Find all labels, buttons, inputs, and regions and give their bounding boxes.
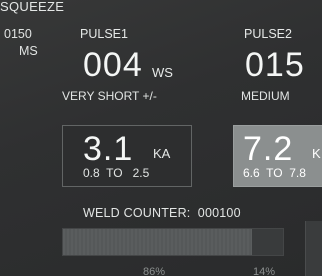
current2-unit: K xyxy=(312,146,321,161)
current2-box-selected[interactable]: 7.2 K 6.6 TO 7.8 xyxy=(233,125,322,187)
pulse-split-bar-fill xyxy=(63,229,253,255)
current1-unit: KA xyxy=(153,146,171,161)
side-panel-edge xyxy=(305,221,322,276)
pulse-split-bar xyxy=(62,228,284,256)
pulse2-description: MEDIUM xyxy=(241,89,290,103)
current1-value: 3.1 xyxy=(83,130,134,168)
current2-range: 6.6 TO 7.8 xyxy=(243,166,306,180)
pulse1-unit: WS xyxy=(152,65,173,80)
pulse2-percent-label: 14% xyxy=(253,266,276,276)
welder-display-screen: SQUEEZE 0150 MS PULSE1 004 WS VERY SHORT… xyxy=(0,0,322,276)
pulse2-value[interactable]: 015 xyxy=(245,48,305,82)
pulse1-description: VERY SHORT +/- xyxy=(62,89,157,103)
squeeze-label: SQUEEZE xyxy=(0,0,65,14)
squeeze-value[interactable]: 0150 xyxy=(4,27,32,41)
current1-box[interactable]: 3.1 KA 0.8 TO 2.5 xyxy=(62,125,192,187)
pulse1-title: PULSE1 xyxy=(80,27,128,41)
pulse1-value[interactable]: 004 xyxy=(83,48,143,82)
pulse2-title: PULSE2 xyxy=(244,27,292,41)
current1-range: 0.8 TO 2.5 xyxy=(83,166,150,180)
current2-value: 7.2 xyxy=(243,130,294,168)
squeeze-unit: MS xyxy=(19,44,38,58)
weld-counter: WELD COUNTER: 000100 xyxy=(83,206,241,220)
pulse1-percent-label: 86% xyxy=(143,266,166,276)
